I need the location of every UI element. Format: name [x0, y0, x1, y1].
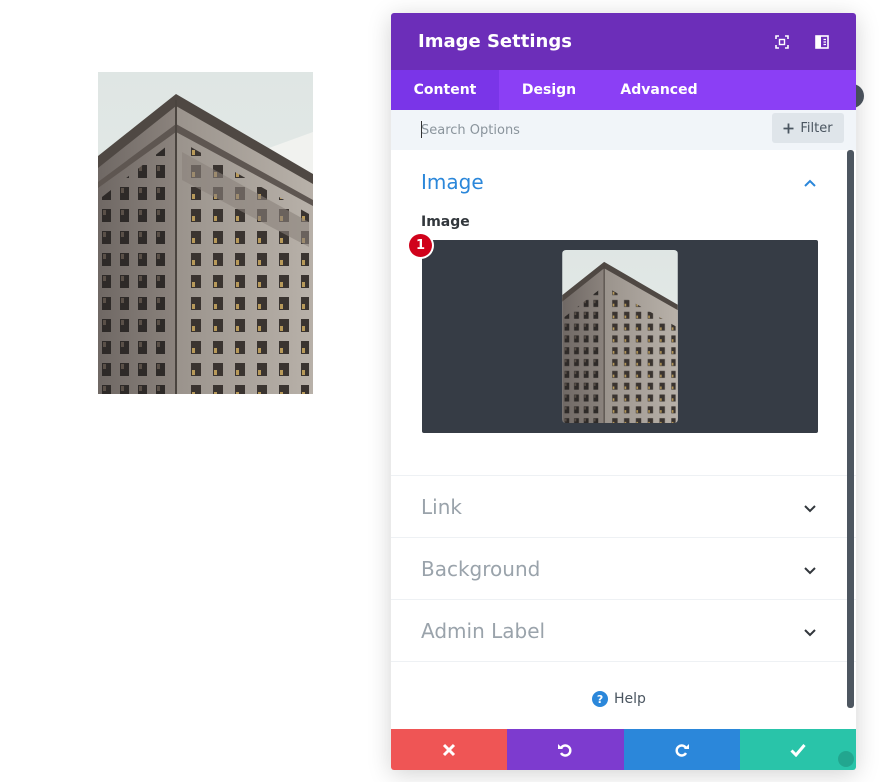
modal-title: Image Settings [418, 31, 572, 52]
chevron-up-icon[interactable] [802, 176, 818, 192]
section-admin-label-title: Admin Label [421, 619, 546, 643]
modal-footer [391, 729, 856, 770]
text-caret [421, 121, 422, 138]
tab-advanced[interactable]: Advanced [599, 70, 719, 110]
section-background[interactable]: Background [391, 538, 856, 600]
tab-bar: Content Design Advanced [391, 70, 856, 110]
tab-design[interactable]: Design [499, 70, 599, 110]
scrollbar[interactable] [847, 150, 854, 708]
resize-handle-icon[interactable] [838, 751, 854, 767]
check-icon [790, 743, 806, 757]
search-bar: Filter [391, 110, 856, 150]
image-settings-modal: Image Settings Content Design Advanced S… [391, 13, 856, 770]
step-badge: 1 [409, 234, 432, 257]
image-field-label: Image [421, 214, 470, 230]
canvas-image-module[interactable] [98, 72, 313, 394]
chevron-down-icon [804, 567, 816, 575]
fullscreen-icon[interactable] [773, 33, 791, 51]
section-admin-label[interactable]: Admin Label [391, 600, 856, 662]
plus-icon [783, 123, 794, 133]
building-image [98, 72, 313, 394]
redo-icon [675, 743, 689, 757]
close-icon [443, 743, 456, 756]
section-image: Image Image 1 [391, 150, 856, 476]
section-background-title: Background [421, 557, 541, 581]
undo-button[interactable] [507, 729, 624, 770]
section-image-title[interactable]: Image [421, 170, 484, 194]
filter-button[interactable]: Filter [772, 113, 844, 143]
filter-label: Filter [800, 120, 833, 136]
settings-content: Image Image 1 Link Background Admin Labe… [391, 150, 856, 729]
chevron-down-icon [804, 505, 816, 513]
chevron-down-icon [804, 629, 816, 637]
help-label: Help [614, 691, 646, 707]
section-link-title: Link [421, 495, 462, 519]
save-button[interactable] [739, 729, 856, 770]
image-upload-field[interactable] [422, 240, 818, 433]
redo-button[interactable] [623, 729, 740, 770]
cancel-button[interactable] [391, 729, 508, 770]
help-link[interactable]: ? Help [391, 691, 847, 707]
undo-icon [558, 743, 572, 757]
tab-content[interactable]: Content [391, 70, 499, 110]
search-input[interactable] [421, 120, 741, 140]
sidebar-toggle-icon[interactable] [813, 33, 831, 51]
modal-header: Image Settings [391, 13, 856, 70]
image-thumbnail [562, 250, 678, 423]
section-link[interactable]: Link [391, 476, 856, 538]
help-icon: ? [592, 691, 609, 707]
